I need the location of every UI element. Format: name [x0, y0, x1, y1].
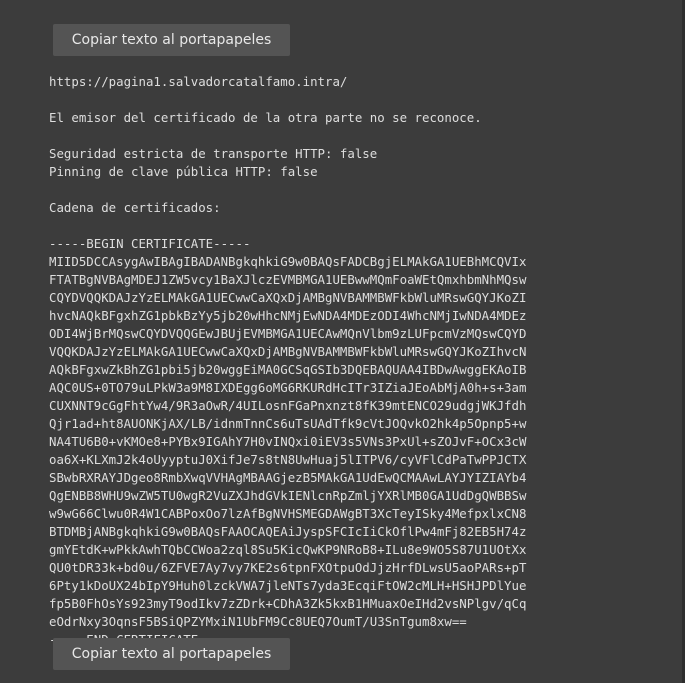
certificate-line: AQkBFgxwZkBhZG1pbi5jb20wggEiMA0GCSqGSIb3… [49, 362, 527, 377]
certificate-line: fp5B0FhOsYs923myT9odIkv7zZDrk+CDhA3Zk5kx… [49, 596, 527, 611]
certificate-line: Qjr1ad+ht8AUONKjAX/LB/idnmTnnCs6uTsUAdTf… [49, 416, 527, 431]
certificate-line: NA4TU6B0+vKMOe8+PYBx9IGAhY7H0vINQxi0iEV3… [49, 434, 527, 449]
hsts-status: Seguridad estricta de transporte HTTP: f… [49, 146, 378, 161]
certificate-chain-title: Cadena de certificados: [49, 200, 221, 215]
certificate-line: AQC0US+0TO79uLPkW3a9M8IXDEgg6oMG6RKURdHc… [49, 380, 527, 395]
certificate-line: MIID5DCCAsygAwIBAgIBADANBgkqhkiG9w0BAQsF… [49, 254, 527, 269]
site-url: https://pagina1.salvadorcatalfamo.intra/ [49, 74, 348, 89]
certificate-line: ODI4WjBrMQswCQYDVQQGEwJBUjEVMBMGA1UECAwM… [49, 326, 527, 341]
certificate-line: CQYDVQQKDAJzYzELMAkGA1UECwwCaXQxDjAMBgNV… [49, 290, 527, 305]
certificate-line: eOdrNxy3OqnsF5BSiQPZYMxiN1UbFM9Cc8UEQ7Ou… [49, 614, 467, 629]
certificate-line: BTDMBjANBgkqhkiG9w0BAQsFAAOCAQEAiJyspSFC… [49, 524, 527, 539]
copy-to-clipboard-button-top[interactable]: Copiar texto al portapapeles [53, 24, 290, 56]
certificate-line: w9wG66Clwu0R4W1CABPoxOo7lzAfBgNVHSMEGDAW… [49, 506, 527, 521]
copy-to-clipboard-button-bottom[interactable]: Copiar texto al portapapeles [53, 638, 290, 670]
issuer-not-recognized-message: El emisor del certificado de la otra par… [49, 110, 482, 125]
certificate-line: FTATBgNVBAgMDEJ1ZW5vcy1BaXJlczEVMBMGA1UE… [49, 272, 527, 287]
certificate-line: gmYEtdK+wPkkAwhTQbCCWoa2zql8Su5KicQwKP9N… [49, 542, 527, 557]
certificate-line: QU0tDR33k+bd0u/6ZFVE7Ay7vy7KE2s6tpnFXOtp… [49, 560, 527, 575]
certificate-line: QgENBB8WHU9wZW5TU0wgR2VuZXJhdGVkIENlcnRp… [49, 488, 527, 503]
hpkp-status: Pinning de clave pública HTTP: false [49, 164, 318, 179]
certificate-line: SBwbRXRAYJDgeo8RmbXwqVVHAgMBAAGjezB5MAkG… [49, 470, 527, 485]
certificate-details-text: https://pagina1.salvadorcatalfamo.intra/… [49, 73, 674, 649]
certificate-line: 6Pty1kDoUX24bIpY9Huh0lzckVWA7jleNTs7yda3… [49, 578, 527, 593]
certificate-begin-marker: -----BEGIN CERTIFICATE----- [49, 236, 251, 251]
certificate-line: VQQKDAJzYzELMAkGA1UECwwCaXQxDjAMBgNVBAMM… [49, 344, 527, 359]
certificate-line: hvcNAQkBFgxhZG1pbkBzYy5jb20wHhcNMjEwNDA4… [49, 308, 527, 323]
certificate-line: CUXNNT9cGgFhtYw4/9R3aOwR/4UILosnFGaPnxnz… [49, 398, 527, 413]
certificate-line: oa6X+KLXmJ2k4oUyyptuJ0XifJe7s8tN8UwHuaj5… [49, 452, 527, 467]
